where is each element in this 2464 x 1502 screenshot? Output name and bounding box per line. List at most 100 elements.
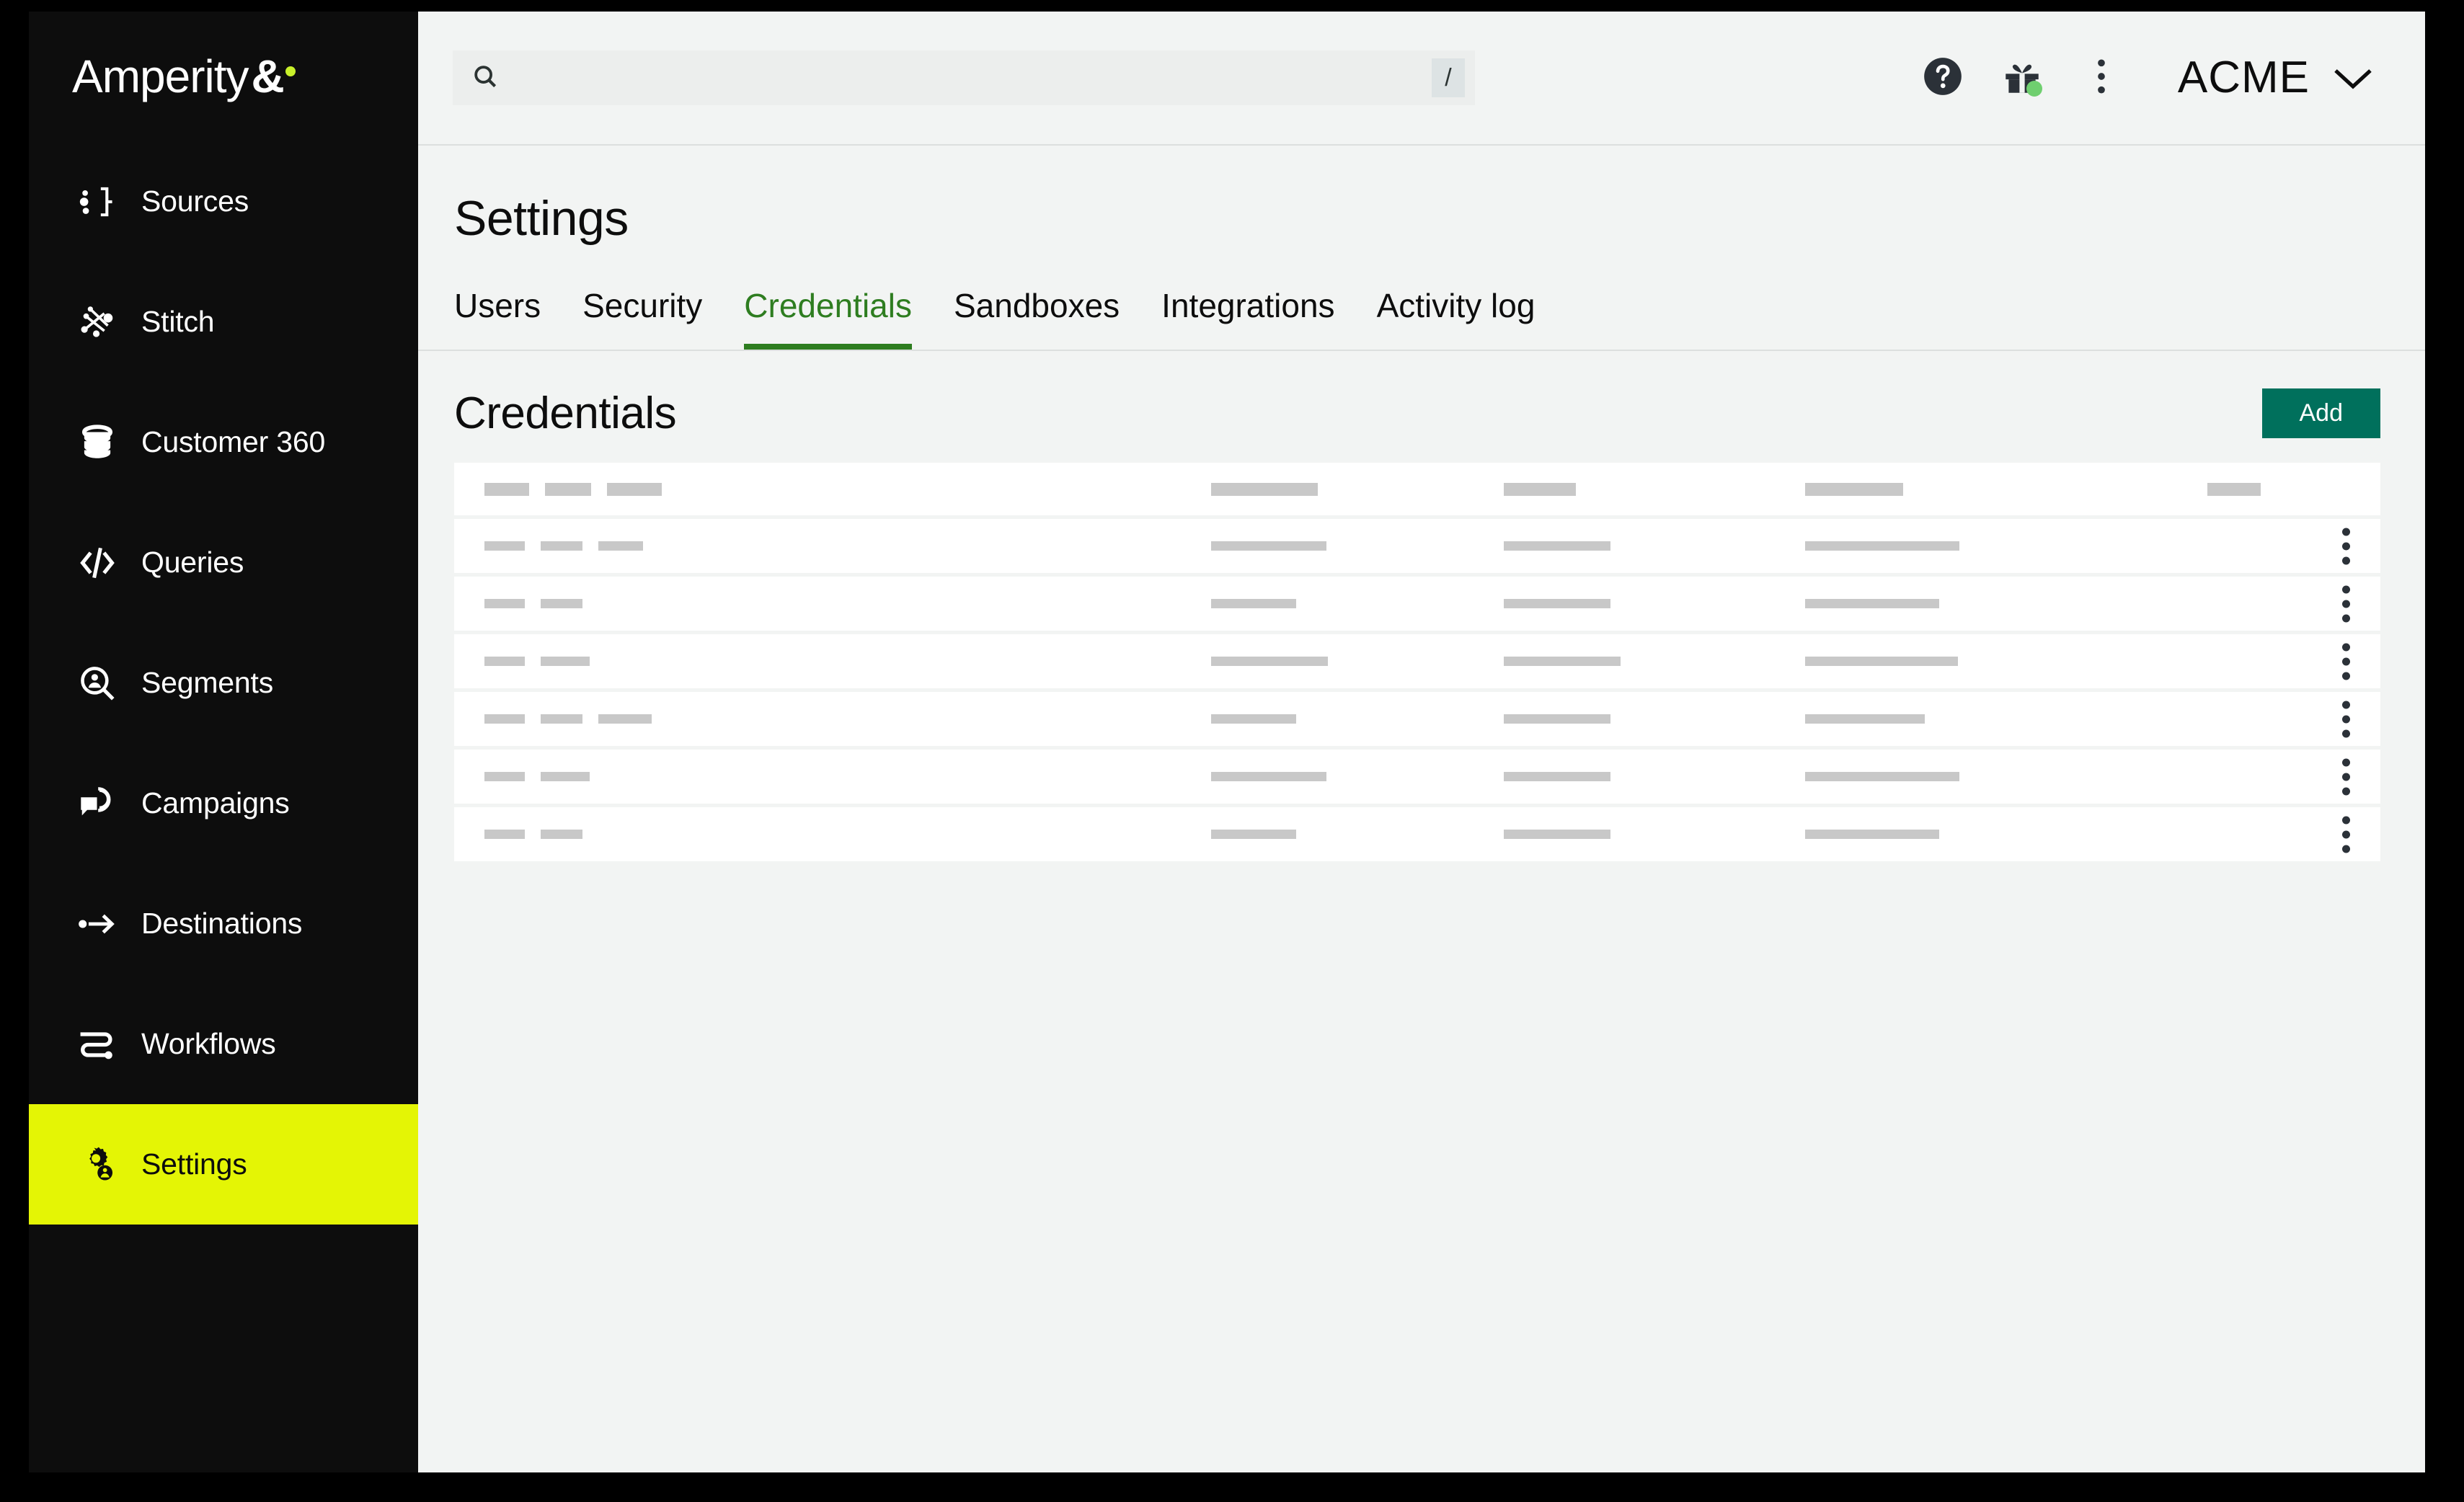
table-row[interactable]	[454, 692, 2380, 747]
table-cell	[1805, 714, 1925, 724]
skeleton-bar	[1211, 714, 1296, 724]
skeleton-bar	[484, 541, 525, 551]
sidebar-item-label: Segments	[141, 666, 274, 699]
row-menu-button[interactable]	[2338, 523, 2354, 569]
table-row[interactable]	[454, 750, 2380, 804]
table-cell	[484, 830, 582, 840]
table-cell	[1211, 541, 1326, 551]
row-menu-button[interactable]	[2338, 696, 2354, 742]
skeleton-bar	[1211, 599, 1296, 609]
help-button[interactable]	[1913, 48, 1973, 108]
gear-user-icon	[76, 1144, 118, 1186]
table-cell	[1211, 714, 1296, 724]
kebab-menu-icon	[2342, 845, 2350, 853]
sidebar-item-customer-360[interactable]: Customer 360	[29, 382, 418, 502]
section-header: Credentials Add	[418, 351, 2425, 463]
tab-credentials[interactable]: Credentials	[744, 288, 912, 350]
sidebar-item-label: Stitch	[141, 305, 215, 338]
brand-dot	[285, 66, 296, 76]
table-cell	[1504, 482, 1576, 496]
skeleton-bar	[541, 714, 582, 724]
table-cell	[1211, 830, 1296, 840]
kebab-menu-icon	[2342, 657, 2350, 666]
kebab-menu-icon	[2342, 585, 2350, 594]
database-icon	[76, 422, 118, 463]
table-row[interactable]	[454, 634, 2380, 689]
sources-icon	[76, 181, 118, 223]
sidebar-item-label: Workflows	[141, 1027, 276, 1060]
gift-notification-dot	[2026, 81, 2042, 97]
table-cell	[1805, 599, 1939, 609]
tab-sandboxes[interactable]: Sandboxes	[954, 288, 1120, 350]
search-input[interactable]	[516, 63, 1432, 92]
brand-ampersand: &	[251, 50, 285, 102]
row-menu-button[interactable]	[2338, 639, 2354, 684]
table-cell	[1805, 541, 1959, 551]
sidebar-item-label: Sources	[141, 185, 249, 218]
sidebar-item-label: Queries	[141, 546, 244, 579]
brand-name: Amperity	[72, 50, 249, 102]
tab-integrations[interactable]: Integrations	[1161, 288, 1334, 350]
table-row[interactable]	[454, 807, 2380, 862]
skeleton-bar	[1805, 657, 1958, 667]
table-cell	[484, 541, 643, 551]
skeleton-bar	[484, 599, 525, 609]
skeleton-bar	[484, 714, 525, 724]
arrow-right-icon	[76, 903, 118, 945]
table-cell	[484, 714, 652, 724]
table-cell	[484, 772, 590, 782]
brand-logo-text: Amperity &	[72, 53, 296, 99]
sidebar-item-label: Campaigns	[141, 786, 290, 819]
help-circle-icon	[1920, 54, 1965, 102]
row-menu-button[interactable]	[2338, 581, 2354, 626]
brand-logo[interactable]: Amperity &	[29, 12, 418, 141]
row-menu-button[interactable]	[2338, 812, 2354, 857]
sidebar-item-sources[interactable]: Sources	[29, 141, 418, 262]
table-row[interactable]	[454, 519, 2380, 574]
main-content: / ACME Settings Users Security Credentia…	[418, 12, 2425, 1472]
sidebar-item-label: Customer 360	[141, 425, 326, 458]
table-header-row	[454, 463, 2380, 516]
skeleton-bar	[1805, 599, 1939, 609]
search-box[interactable]: /	[453, 50, 1475, 105]
sidebar-item-queries[interactable]: Queries	[29, 502, 418, 623]
more-menu-button[interactable]	[2071, 48, 2132, 108]
skeleton-bar	[607, 482, 662, 496]
kebab-menu-icon	[2342, 542, 2350, 551]
gifts-button[interactable]	[1992, 48, 2052, 108]
kebab-menu-icon	[2342, 830, 2350, 839]
skeleton-bar	[1504, 657, 1621, 667]
sidebar-item-destinations[interactable]: Destinations	[29, 863, 418, 984]
skeleton-bar	[1211, 541, 1326, 551]
search-shortcut-badge: /	[1432, 58, 1465, 97]
table-cell	[1504, 541, 1610, 551]
sidebar-item-segments[interactable]: Segments	[29, 623, 418, 743]
kebab-menu-icon	[2342, 600, 2350, 608]
section-title: Credentials	[454, 388, 677, 438]
kebab-menu-icon	[2342, 672, 2350, 680]
skeleton-bar	[541, 772, 590, 782]
row-menu-button[interactable]	[2338, 754, 2354, 799]
app-window: Amperity & Sources Stitch Customer 360 Q…	[29, 12, 2425, 1472]
sidebar-item-stitch[interactable]: Stitch	[29, 262, 418, 382]
table-cell	[1504, 657, 1621, 667]
kebab-menu-icon	[2342, 758, 2350, 767]
kebab-menu-icon	[2342, 614, 2350, 623]
table-row[interactable]	[454, 577, 2380, 631]
org-switcher[interactable]: ACME	[2178, 55, 2386, 100]
table-cell	[1504, 599, 1610, 609]
tab-activity-log[interactable]: Activity log	[1377, 288, 1535, 350]
sidebar-item-settings[interactable]: Settings	[29, 1104, 418, 1225]
table-cell	[1805, 657, 1958, 667]
workflows-icon	[76, 1023, 118, 1065]
add-button[interactable]: Add	[2261, 388, 2380, 439]
skeleton-bar	[1805, 772, 1959, 782]
tab-users[interactable]: Users	[454, 288, 541, 350]
skeleton-bar	[484, 772, 525, 782]
kebab-menu-icon	[2342, 528, 2350, 536]
skeleton-bar	[1211, 830, 1296, 840]
tab-security[interactable]: Security	[582, 288, 702, 350]
sidebar-item-campaigns[interactable]: Campaigns	[29, 743, 418, 863]
sidebar-item-workflows[interactable]: Workflows	[29, 984, 418, 1104]
table-cell	[1211, 657, 1328, 667]
